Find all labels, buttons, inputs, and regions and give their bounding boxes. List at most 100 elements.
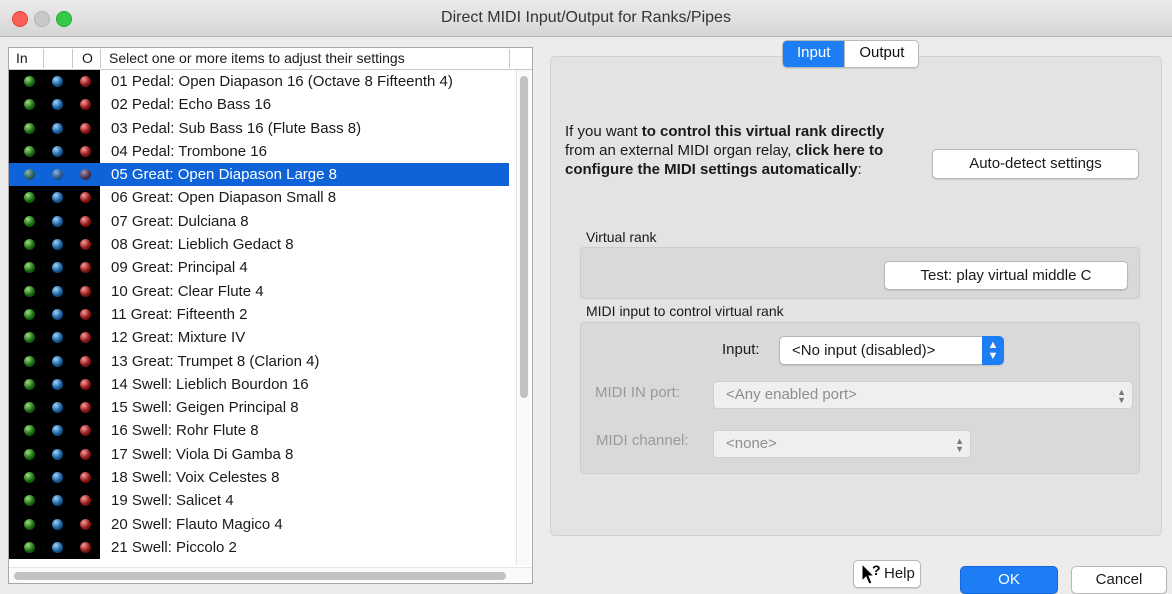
list-item[interactable]: 03 Pedal: Sub Bass 16 (Flute Bass 8) xyxy=(9,116,509,140)
tab-input[interactable]: Input xyxy=(783,41,845,67)
output-indicator-icon[interactable] xyxy=(80,262,91,274)
list-vertical-scroll-thumb[interactable] xyxy=(520,76,528,398)
list-item[interactable]: 19 Swell: Salicet 4 xyxy=(9,489,509,513)
list-item[interactable]: 04 Pedal: Trombone 16 xyxy=(9,139,509,164)
status-indicator-icon[interactable] xyxy=(52,425,63,437)
status-indicator-icon[interactable] xyxy=(52,541,63,553)
input-indicator-icon[interactable] xyxy=(24,541,35,553)
tab-output[interactable]: Output xyxy=(844,41,919,67)
input-indicator-icon[interactable] xyxy=(24,355,35,367)
output-indicator-icon[interactable] xyxy=(80,285,91,297)
list-item[interactable]: 18 Swell: Voix Celestes 8 xyxy=(9,466,509,490)
list-item[interactable]: 02 Pedal: Echo Bass 16 xyxy=(9,93,509,117)
list-horizontal-scroll-thumb[interactable] xyxy=(14,572,506,580)
input-indicator-icon[interactable] xyxy=(24,192,35,204)
output-indicator-icon[interactable] xyxy=(80,192,91,204)
output-indicator-icon[interactable] xyxy=(80,215,91,227)
status-indicator-icon[interactable] xyxy=(52,169,63,181)
output-indicator-icon[interactable] xyxy=(80,448,91,460)
status-indicator-icon[interactable] xyxy=(52,378,63,390)
status-indicator-icon[interactable] xyxy=(52,262,63,274)
status-indicator-icon[interactable] xyxy=(52,448,63,460)
column-header-in[interactable]: In xyxy=(16,50,28,66)
input-indicator-icon[interactable] xyxy=(24,472,35,484)
list-item[interactable]: 21 Swell: Piccolo 2 xyxy=(9,535,509,560)
help-button[interactable]: ? Help xyxy=(853,560,921,588)
output-indicator-icon[interactable] xyxy=(80,145,91,157)
status-indicator-icon[interactable] xyxy=(52,76,63,87)
status-indicator-icon[interactable] xyxy=(52,355,63,367)
list-item[interactable]: 15 Swell: Geigen Principal 8 xyxy=(9,396,509,420)
status-indicator-icon[interactable] xyxy=(52,99,63,111)
input-indicator-icon[interactable] xyxy=(24,215,35,227)
input-indicator-icon[interactable] xyxy=(24,285,35,297)
input-indicator-icon[interactable] xyxy=(24,495,35,507)
status-indicator-icon[interactable] xyxy=(52,239,63,251)
input-indicator-icon[interactable] xyxy=(24,425,35,437)
input-select[interactable]: <No input (disabled)> ▲ ▼ xyxy=(779,336,1004,365)
list-item[interactable]: 13 Great: Trumpet 8 (Clarion 4) xyxy=(9,349,509,373)
output-indicator-icon[interactable] xyxy=(80,239,91,251)
status-indicator-icon[interactable] xyxy=(52,308,63,320)
status-indicator-icon[interactable] xyxy=(52,332,63,344)
output-indicator-icon[interactable] xyxy=(80,99,91,111)
auto-detect-settings-button[interactable]: Auto-detect settings xyxy=(932,149,1139,179)
list-item[interactable]: 05 Great: Open Diapason Large 8 xyxy=(9,163,509,187)
output-indicator-icon[interactable] xyxy=(80,541,91,553)
status-indicator-icon[interactable] xyxy=(52,495,63,507)
output-indicator-icon[interactable] xyxy=(80,169,91,181)
output-indicator-icon[interactable] xyxy=(80,76,91,87)
status-indicator-icon[interactable] xyxy=(52,472,63,484)
list-item[interactable]: 08 Great: Lieblich Gedact 8 xyxy=(9,233,509,257)
status-indicator-icon[interactable] xyxy=(52,192,63,204)
status-indicator-icon[interactable] xyxy=(52,145,63,157)
output-indicator-icon[interactable] xyxy=(80,495,91,507)
list-item[interactable]: 10 Great: Clear Flute 4 xyxy=(9,279,509,303)
list-item[interactable]: 06 Great: Open Diapason Small 8 xyxy=(9,186,509,210)
output-indicator-icon[interactable] xyxy=(80,122,91,134)
list-vertical-scrollbar[interactable] xyxy=(516,70,531,565)
input-indicator-icon[interactable] xyxy=(24,402,35,414)
list-item[interactable]: 01 Pedal: Open Diapason 16 (Octave 8 Fif… xyxy=(9,70,509,94)
output-indicator-icon[interactable] xyxy=(80,402,91,414)
input-indicator-icon[interactable] xyxy=(24,239,35,251)
list-item[interactable]: 14 Swell: Lieblich Bourdon 16 xyxy=(9,372,509,397)
status-indicator-icon[interactable] xyxy=(52,402,63,414)
status-indicator-icon[interactable] xyxy=(52,122,63,134)
list-item[interactable]: 20 Swell: Flauto Magico 4 xyxy=(9,512,509,536)
input-indicator-icon[interactable] xyxy=(24,518,35,530)
cancel-button[interactable]: Cancel xyxy=(1071,566,1167,594)
output-indicator-icon[interactable] xyxy=(80,355,91,367)
list-item[interactable]: 16 Swell: Rohr Flute 8 xyxy=(9,419,509,443)
input-indicator-icon[interactable] xyxy=(24,145,35,157)
input-indicator-icon[interactable] xyxy=(24,262,35,274)
output-indicator-icon[interactable] xyxy=(80,308,91,320)
output-indicator-icon[interactable] xyxy=(80,332,91,344)
list-item[interactable]: 09 Great: Principal 4 xyxy=(9,256,509,280)
output-indicator-icon[interactable] xyxy=(80,472,91,484)
output-indicator-icon[interactable] xyxy=(80,425,91,437)
status-indicator-icon[interactable] xyxy=(52,215,63,227)
input-indicator-icon[interactable] xyxy=(24,332,35,344)
list-item[interactable]: 07 Great: Dulciana 8 xyxy=(9,209,509,234)
midi-in-port-select[interactable]: <Any enabled port> ▲ ▼ xyxy=(713,381,1133,409)
ok-button[interactable]: OK xyxy=(960,566,1058,594)
input-indicator-icon[interactable] xyxy=(24,169,35,181)
list-item[interactable]: 11 Great: Fifteenth 2 xyxy=(9,302,509,327)
status-indicator-icon[interactable] xyxy=(52,285,63,297)
input-indicator-icon[interactable] xyxy=(24,308,35,320)
midi-channel-select[interactable]: <none> ▲ ▼ xyxy=(713,430,971,458)
input-indicator-icon[interactable] xyxy=(24,448,35,460)
output-indicator-icon[interactable] xyxy=(80,378,91,390)
list-item[interactable]: 12 Great: Mixture IV xyxy=(9,326,509,350)
list-horizontal-scrollbar[interactable] xyxy=(9,567,532,583)
column-header-label[interactable]: Select one or more items to adjust their… xyxy=(109,50,405,66)
input-indicator-icon[interactable] xyxy=(24,378,35,390)
status-indicator-icon[interactable] xyxy=(52,518,63,530)
column-header-out[interactable]: O xyxy=(82,50,93,66)
input-indicator-icon[interactable] xyxy=(24,76,35,87)
list-item[interactable]: 17 Swell: Viola Di Gamba 8 xyxy=(9,442,509,467)
input-indicator-icon[interactable] xyxy=(24,122,35,134)
test-play-middle-c-button[interactable]: Test: play virtual middle C xyxy=(884,261,1128,290)
output-indicator-icon[interactable] xyxy=(80,518,91,530)
